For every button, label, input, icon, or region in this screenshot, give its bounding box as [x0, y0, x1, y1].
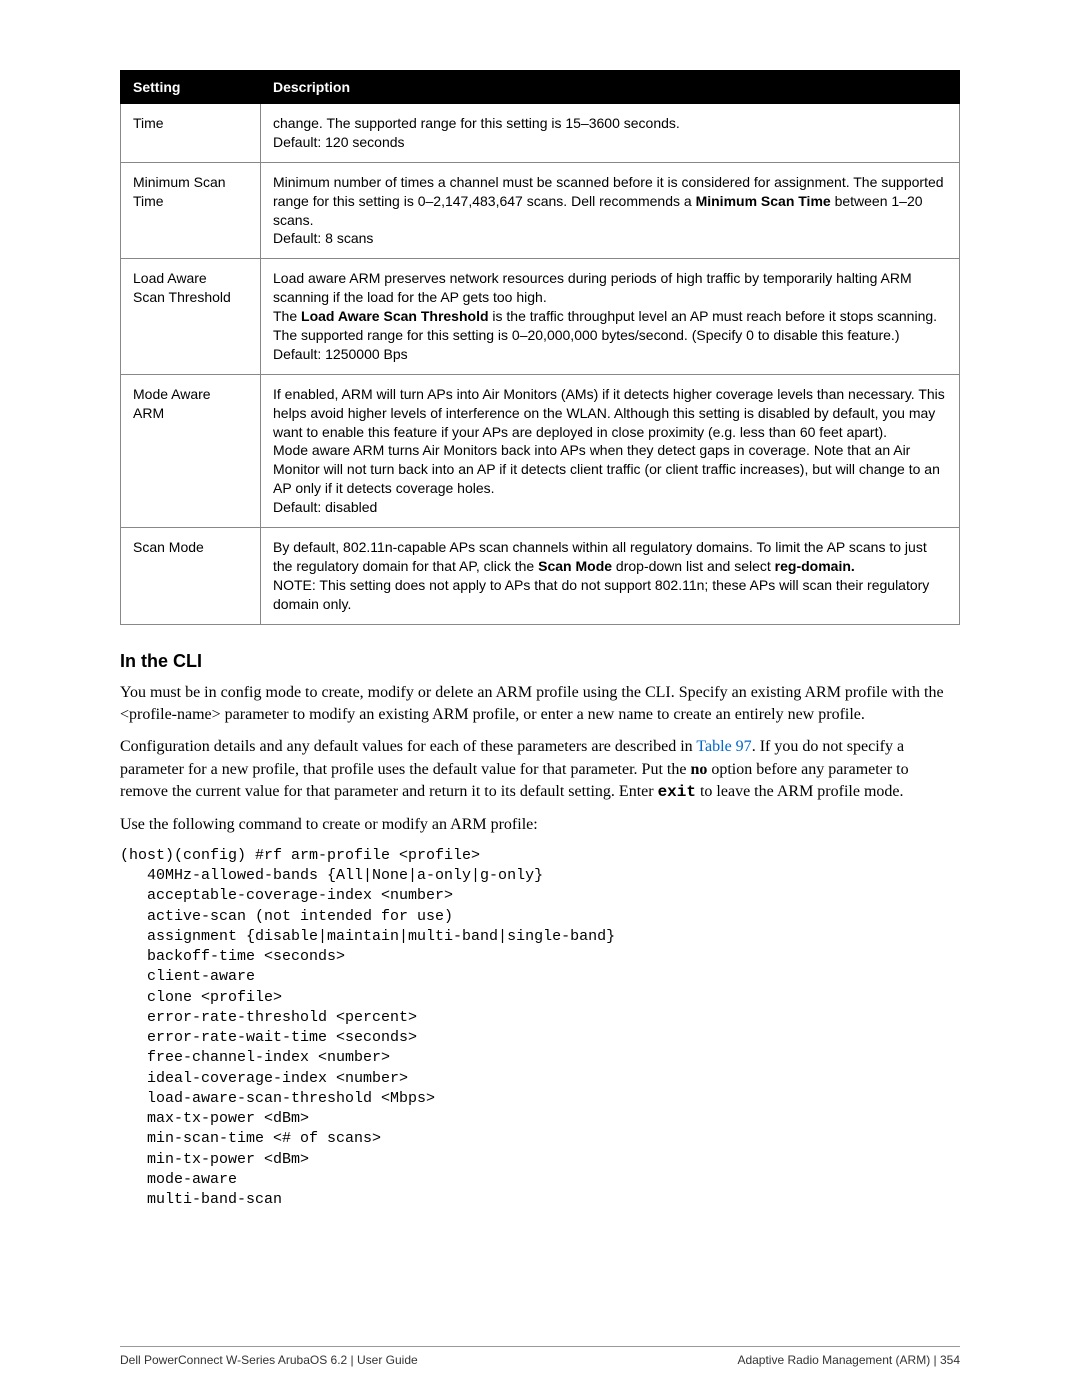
header-setting: Setting	[121, 71, 261, 104]
setting-description: Load aware ARM preserves network resourc…	[261, 259, 960, 374]
setting-description: If enabled, ARM will turn APs into Air M…	[261, 374, 960, 527]
setting-name: Scan Mode	[121, 528, 261, 625]
footer-right: Adaptive Radio Management (ARM) | 354	[737, 1353, 960, 1367]
settings-table: Setting Description Time change. The sup…	[120, 70, 960, 625]
table-row: Mode Aware ARM If enabled, ARM will turn…	[121, 374, 960, 527]
footer-left: Dell PowerConnect W-Series ArubaOS 6.2 |…	[120, 1353, 418, 1367]
para-text: to leave the ARM profile mode.	[696, 783, 904, 800]
cli-para2: Configuration details and any default va…	[120, 736, 960, 803]
setting-name: Load Aware Scan Threshold	[121, 259, 261, 374]
setting-description: Minimum number of times a channel must b…	[261, 162, 960, 259]
desc-bold: Minimum Scan Time	[696, 193, 831, 209]
table-row: Minimum Scan Time Minimum number of time…	[121, 162, 960, 259]
page-footer: Dell PowerConnect W-Series ArubaOS 6.2 |…	[120, 1346, 960, 1367]
desc-text: If enabled, ARM will turn APs into Air M…	[273, 386, 945, 515]
setting-description: change. The supported range for this set…	[261, 104, 960, 163]
table-row: Load Aware Scan Threshold Load aware ARM…	[121, 259, 960, 374]
setting-name: Time	[121, 104, 261, 163]
table-97-link[interactable]: Table 97	[696, 738, 751, 755]
setting-name: Minimum Scan Time	[121, 162, 261, 259]
document-page: Setting Description Time change. The sup…	[0, 0, 1080, 1397]
cli-para3: Use the following command to create or m…	[120, 814, 960, 836]
setting-name: Mode Aware ARM	[121, 374, 261, 527]
setting-description: By default, 802.11n-capable APs scan cha…	[261, 528, 960, 625]
table-row: Time change. The supported range for thi…	[121, 104, 960, 163]
desc-bold: reg-domain.	[775, 558, 855, 574]
desc-bold: Scan Mode	[538, 558, 612, 574]
no-keyword: no	[690, 761, 707, 778]
desc-bold: Load Aware Scan Threshold	[301, 308, 489, 324]
cli-para1: You must be in config mode to create, mo…	[120, 682, 960, 727]
exit-keyword: exit	[658, 783, 696, 801]
desc-text: The	[273, 308, 301, 324]
desc-text: drop-down list and select	[612, 558, 775, 574]
desc-text: change. The supported range for this set…	[273, 115, 680, 150]
para-text: Configuration details and any default va…	[120, 738, 696, 755]
desc-text: NOTE: This setting does not apply to APs…	[273, 577, 929, 612]
cli-heading: In the CLI	[120, 651, 960, 672]
header-description: Description	[261, 71, 960, 104]
table-header-row: Setting Description	[121, 71, 960, 104]
table-row: Scan Mode By default, 802.11n-capable AP…	[121, 528, 960, 625]
desc-text: Load aware ARM preserves network resourc…	[273, 270, 912, 305]
cli-code-block: (host)(config) #rf arm-profile <profile>…	[120, 846, 960, 1211]
